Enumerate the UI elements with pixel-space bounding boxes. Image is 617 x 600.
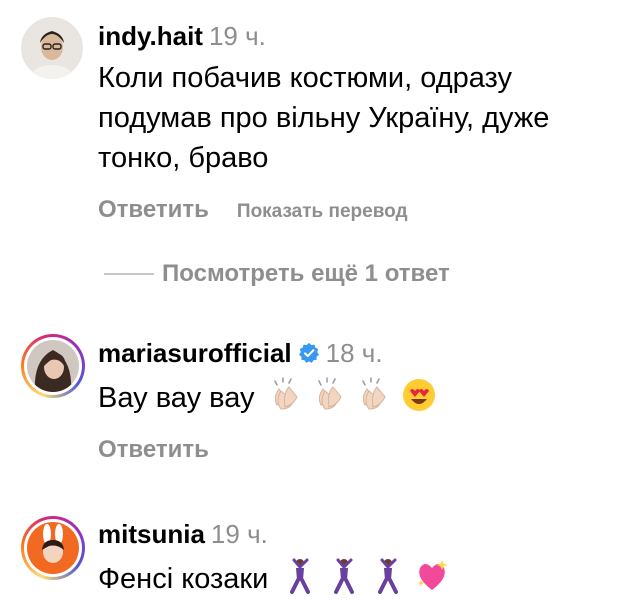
comment-text: Фенсі козаки (98, 556, 597, 599)
reply-button[interactable]: Ответить (98, 436, 209, 463)
verified-badge-icon (298, 342, 319, 363)
avatar[interactable] (21, 17, 83, 79)
timestamp[interactable]: 19 ч. (209, 21, 266, 51)
clapping-hands-icon (355, 375, 395, 415)
dancing-man-icon (324, 556, 364, 596)
avatar-image-icon (21, 17, 83, 79)
comment-text-body: Вау вау вау (98, 382, 255, 414)
comment-actions: Ответить (98, 436, 597, 464)
username[interactable]: indy.hait (98, 21, 203, 51)
comment-text: Коли побачив костюми, одразу подумав про… (98, 62, 550, 174)
clapping-hands-icon (311, 375, 351, 415)
sparkling-heart-icon (412, 556, 452, 596)
comment-actions: Ответить Показать перевод (98, 196, 597, 226)
avatar-image-icon (27, 522, 79, 574)
comment-header: indy.hait 19 ч. (98, 20, 597, 52)
show-translation-button[interactable]: Показать перевод (237, 201, 408, 222)
view-more-replies-label: Посмотреть ещё 1 ответ (162, 260, 450, 287)
heart-eyes-face-icon (399, 375, 439, 415)
avatar[interactable] (21, 334, 85, 398)
avatar-image-icon (27, 340, 79, 392)
avatar[interactable] (21, 516, 85, 580)
timestamp[interactable]: 19 ч. (211, 519, 268, 549)
reply-button[interactable]: Ответить (98, 196, 209, 223)
dancing-man-icon (368, 556, 408, 596)
dancing-man-icon (280, 556, 320, 596)
replies-divider-line (104, 273, 154, 275)
comment-text: Вау вау вау (98, 375, 597, 418)
clapping-hands-icon (267, 375, 307, 415)
username[interactable]: mitsunia (98, 519, 205, 549)
comment-header: mitsunia 19 ч. (98, 518, 597, 550)
view-more-replies-button[interactable]: Посмотреть ещё 1 ответ (98, 256, 450, 292)
comment-header: mariasurofficial 18 ч. (98, 337, 597, 369)
comment-text-body: Фенсі козаки (98, 563, 269, 595)
username[interactable]: mariasurofficial (98, 338, 292, 368)
timestamp[interactable]: 18 ч. (326, 338, 383, 368)
